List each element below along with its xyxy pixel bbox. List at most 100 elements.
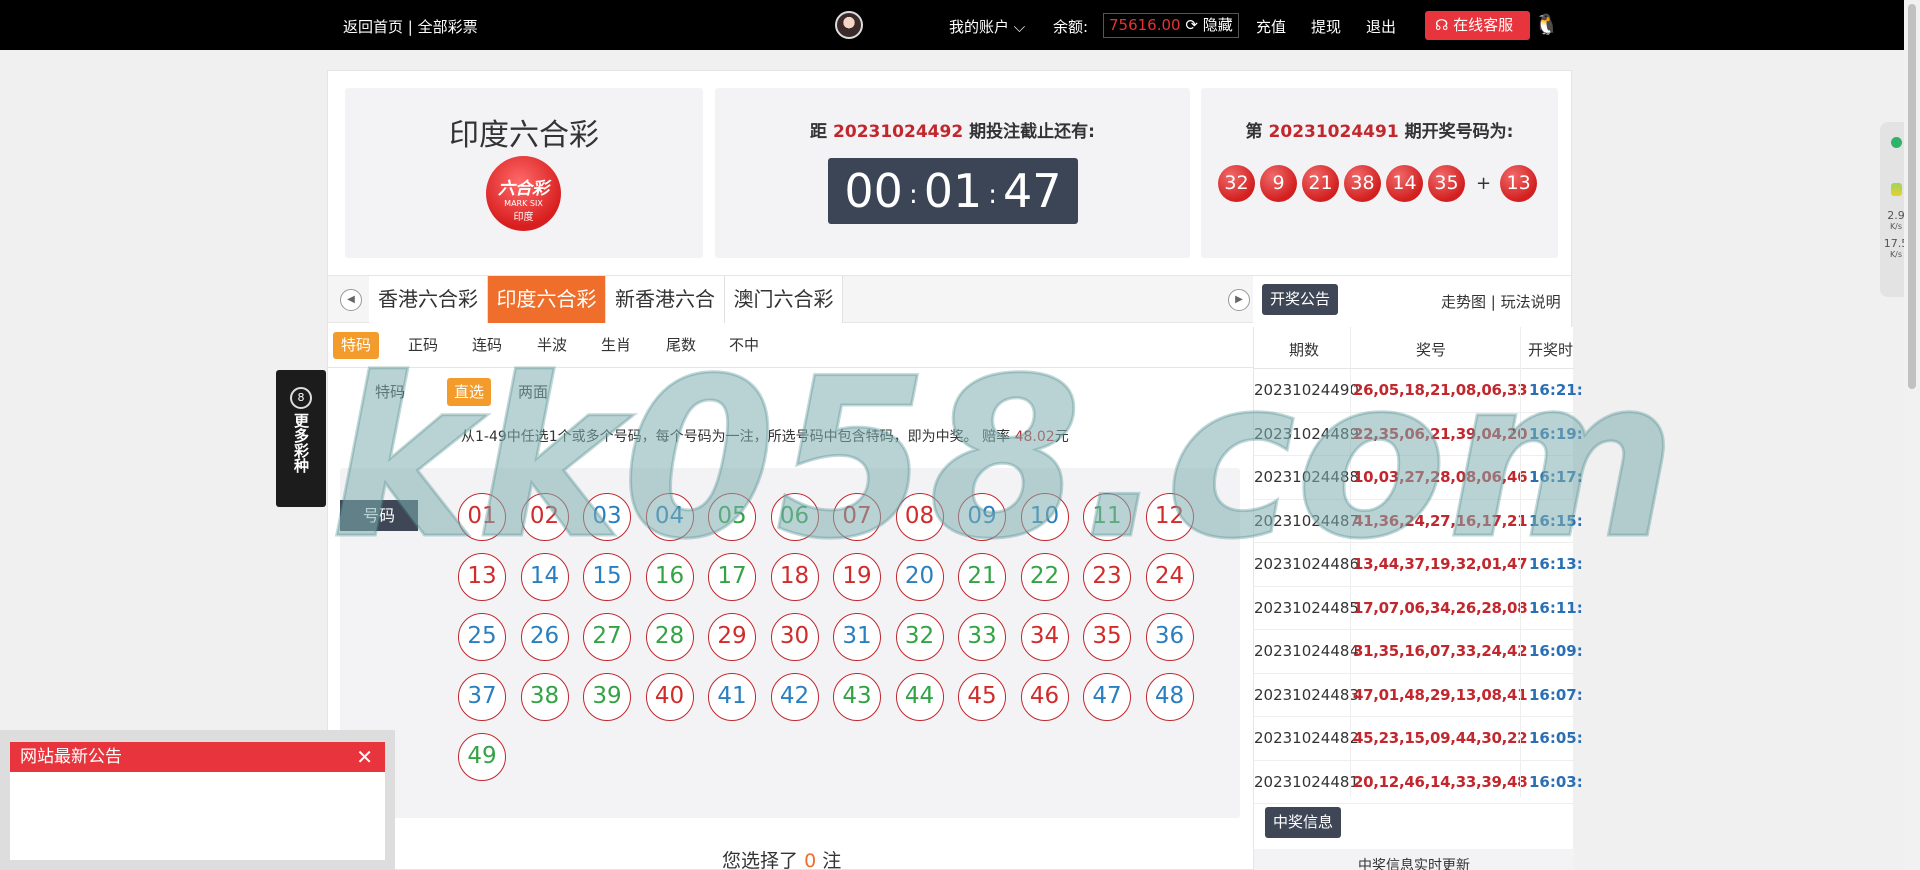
more-lotteries-tab[interactable]: 8 更多彩种 xyxy=(276,370,326,507)
table-row: 20231024488 10,03,27,28,08,06,46 16:17: xyxy=(1254,456,1583,500)
number-ball[interactable]: 15 xyxy=(583,553,631,601)
number-ball[interactable]: 23 xyxy=(1083,553,1131,601)
hide-balance-button[interactable]: 隐藏 xyxy=(1203,16,1233,34)
number-ball[interactable]: 33 xyxy=(958,613,1006,661)
countdown-prefix: 距 xyxy=(810,122,828,142)
number-ball[interactable]: 22 xyxy=(1020,553,1069,601)
refresh-icon[interactable]: ⟳ xyxy=(1185,16,1198,34)
lottery-info-card: 印度六合彩 六合彩 MARK SIX 印度 xyxy=(345,88,703,258)
sub-tab[interactable]: 特码 xyxy=(368,378,412,406)
play-tab[interactable]: 尾数 xyxy=(658,332,704,359)
withdraw-link[interactable]: 提现 xyxy=(1311,16,1341,37)
number-ball[interactable]: 39 xyxy=(583,673,631,721)
online-service-button[interactable]: ☊ 在线客服 xyxy=(1425,11,1530,40)
row-issue: 20231024483 xyxy=(1254,685,1359,704)
logo-text-region: 印度 xyxy=(513,212,534,223)
number-ball[interactable]: 29 xyxy=(708,613,756,661)
number-ball[interactable]: 36 xyxy=(1145,613,1194,661)
number-ball[interactable]: 41 xyxy=(708,673,756,721)
number-ball[interactable]: 05 xyxy=(708,493,756,541)
number-ball[interactable]: 37 xyxy=(458,673,506,721)
timer-separator: : xyxy=(988,179,998,210)
scrollbar-thumb[interactable] xyxy=(1908,4,1916,389)
number-ball[interactable]: 46 xyxy=(1020,673,1069,721)
logout-link[interactable]: 退出 xyxy=(1366,16,1396,37)
play-tab-active[interactable]: 特码 xyxy=(333,332,380,359)
number-ball[interactable]: 20 xyxy=(895,553,944,601)
winner-info-button[interactable]: 中奖信息 xyxy=(1265,807,1342,838)
all-lottery-link[interactable]: 全部彩票 xyxy=(418,18,478,36)
number-ball[interactable]: 13 xyxy=(458,553,506,601)
number-ball[interactable]: 10 xyxy=(1020,493,1069,541)
number-ball[interactable]: 03 xyxy=(583,493,631,541)
number-ball[interactable]: 09 xyxy=(958,493,1006,541)
announce-button[interactable]: 开奖公告 xyxy=(1262,284,1339,315)
sub-tab[interactable]: 两面 xyxy=(511,378,555,406)
trend-chart-link[interactable]: 走势图 xyxy=(1441,293,1486,311)
number-ball[interactable]: 38 xyxy=(520,673,569,721)
number-ball[interactable]: 49 xyxy=(458,733,506,781)
row-issue: 20231024481 xyxy=(1254,772,1359,791)
number-ball[interactable]: 28 xyxy=(645,613,694,661)
number-ball[interactable]: 08 xyxy=(895,493,944,541)
number-ball[interactable]: 44 xyxy=(895,673,944,721)
rules-link[interactable]: 玩法说明 xyxy=(1501,293,1561,311)
number-ball[interactable]: 27 xyxy=(583,613,631,661)
number-ball[interactable]: 40 xyxy=(645,673,694,721)
selection-count: 0 xyxy=(804,850,817,870)
number-ball[interactable]: 30 xyxy=(770,613,819,661)
number-ball[interactable]: 34 xyxy=(1020,613,1069,661)
number-ball[interactable]: 04 xyxy=(645,493,694,541)
lottery-tab[interactable]: 香港六合彩 xyxy=(369,276,488,323)
number-ball[interactable]: 48 xyxy=(1145,673,1194,721)
number-ball[interactable]: 42 xyxy=(770,673,819,721)
more-lotteries-label: 更多彩种 xyxy=(292,413,310,473)
number-ball[interactable]: 18 xyxy=(770,553,819,601)
number-ball[interactable]: 12 xyxy=(1145,493,1194,541)
recharge-link[interactable]: 充值 xyxy=(1256,16,1286,37)
play-tab[interactable]: 不中 xyxy=(721,332,767,359)
number-ball[interactable]: 19 xyxy=(833,553,881,601)
number-ball[interactable]: 35 xyxy=(1083,613,1131,661)
qq-penguin-icon[interactable]: 🐧 xyxy=(1534,12,1559,36)
row-numbers: 45,23,15,09,44,30,22 xyxy=(1353,729,1528,747)
number-ball[interactable]: 47 xyxy=(1083,673,1131,721)
my-account-menu[interactable]: 我的账户 ⌵ xyxy=(949,16,1025,37)
arrow-right-icon[interactable]: ▶ xyxy=(1228,289,1250,311)
number-ball[interactable]: 31 xyxy=(833,613,881,661)
lottery-tab[interactable]: 澳门六合彩 xyxy=(725,276,843,323)
number-ball[interactable]: 06 xyxy=(770,493,819,541)
number-ball[interactable]: 14 xyxy=(520,553,569,601)
number-ball[interactable]: 21 xyxy=(958,553,1006,601)
play-tab[interactable]: 连码 xyxy=(464,332,510,359)
scrollbar[interactable] xyxy=(1904,0,1920,870)
number-ball[interactable]: 07 xyxy=(833,493,881,541)
number-ball[interactable]: 16 xyxy=(645,553,694,601)
number-ball[interactable]: 11 xyxy=(1083,493,1131,541)
result-ball: 14 xyxy=(1386,165,1423,202)
balance-box: 75616.00 ⟳ 隐藏 xyxy=(1103,13,1239,38)
close-icon[interactable]: ✕ xyxy=(356,742,373,772)
sub-tab-active[interactable]: 直选 xyxy=(447,378,492,406)
number-ball[interactable]: 24 xyxy=(1145,553,1194,601)
number-ball[interactable]: 02 xyxy=(520,493,569,541)
number-ball[interactable]: 32 xyxy=(895,613,944,661)
number-ball[interactable]: 43 xyxy=(833,673,881,721)
number-ball[interactable]: 17 xyxy=(708,553,756,601)
back-home-link[interactable]: 返回首页 xyxy=(343,18,403,36)
play-tab[interactable]: 半波 xyxy=(529,332,575,359)
plus-sign: + xyxy=(1476,173,1492,194)
header-issue: 期数 xyxy=(1289,341,1320,359)
table-row: 20231024487 41,36,24,27,16,17,21 16:15: xyxy=(1254,500,1583,543)
play-tab[interactable]: 生肖 xyxy=(593,332,639,359)
number-ball[interactable]: 26 xyxy=(520,613,569,661)
number-ball[interactable]: 45 xyxy=(958,673,1006,721)
number-ball[interactable]: 25 xyxy=(458,613,506,661)
row-numbers: 47,01,48,29,13,08,41 xyxy=(1353,685,1528,704)
avatar[interactable] xyxy=(835,11,863,39)
lottery-tab[interactable]: 新香港六合 xyxy=(606,276,725,323)
play-tab[interactable]: 正码 xyxy=(400,332,446,359)
number-ball[interactable]: 01 xyxy=(458,493,506,541)
arrow-left-icon[interactable]: ◀ xyxy=(340,289,362,311)
lottery-tab-active[interactable]: 印度六合彩 xyxy=(488,276,606,323)
